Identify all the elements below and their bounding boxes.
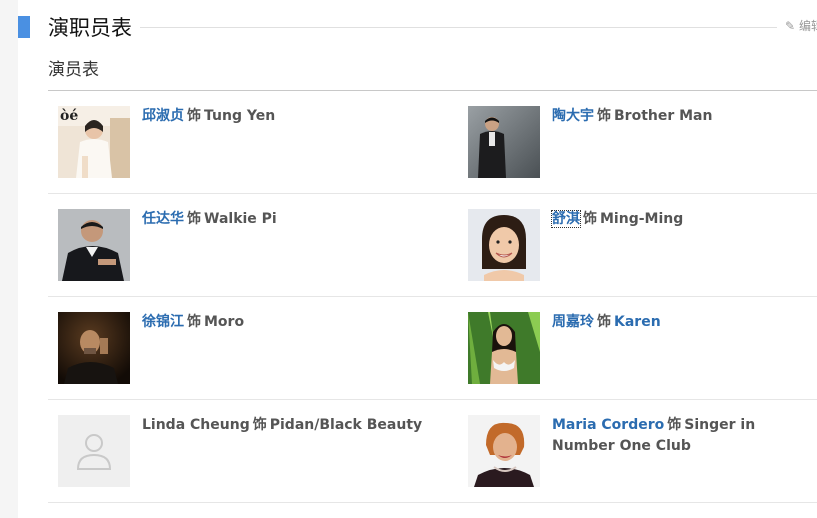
- actor-photo[interactable]: [468, 106, 540, 178]
- heading-divider: [48, 27, 777, 28]
- cast-item: 舒淇饰 Ming-Ming: [468, 209, 817, 283]
- cast-caption: 邱淑贞饰 Tung Yen: [142, 106, 458, 127]
- heading-accent-bar: [18, 16, 30, 38]
- role-name: Ming-Ming: [600, 211, 684, 227]
- pencil-icon: ✎: [784, 19, 796, 33]
- role-name-link[interactable]: Karen: [614, 314, 661, 330]
- as-word: 饰: [583, 211, 597, 227]
- role-name: Brother Man: [614, 108, 713, 124]
- as-word: 饰: [597, 108, 611, 124]
- role-name: Moro: [204, 314, 245, 330]
- cast-section-page: 演职员表 ✎ 编辑 演员表 òé 邱淑贞 饰 Tung Yen 陶大宇 饰 Br…: [0, 0, 817, 518]
- role-name: Tung Yen: [204, 108, 276, 124]
- cast-list: òé 邱淑贞饰 Tung Yen 陶大宇 饰 Brother Man 任达华 饰…: [48, 91, 817, 503]
- cast-row: 任达华饰 Walkie Pi 舒淇饰 Ming-Ming: [48, 194, 817, 297]
- as-word: 饰: [187, 314, 201, 330]
- actor-name-link[interactable]: 邱淑贞: [142, 108, 184, 124]
- as-word: 饰: [667, 417, 682, 433]
- cast-caption: 陶大宇饰 Brother Man: [552, 106, 817, 127]
- cast-item: 徐锦江饰 Moro: [58, 312, 458, 386]
- cast-caption: 任达华饰 Walkie Pi: [142, 209, 458, 230]
- svg-text:òé: òé: [60, 108, 78, 124]
- cast-subtitle: 演员表: [48, 60, 99, 80]
- edit-link[interactable]: ✎ 编辑: [785, 17, 817, 34]
- cast-caption: 徐锦江饰 Moro: [142, 312, 458, 333]
- cast-caption: Linda Cheung 饰 Pidan/Black Beauty: [142, 415, 458, 436]
- actor-name-link[interactable]: Maria Cordero: [552, 417, 664, 433]
- cast-item: 周嘉玲饰 Karen: [468, 312, 817, 386]
- actor-photo[interactable]: òé: [58, 106, 130, 178]
- cast-item: Maria Cordero 饰 Singer in Number One Club: [468, 415, 817, 489]
- cast-row: òé 邱淑贞饰 Tung Yen 陶大宇 饰 Brother Man: [48, 91, 817, 194]
- actor-photo[interactable]: [468, 312, 540, 384]
- section-heading: 演职员表 ✎ 编辑: [18, 14, 817, 42]
- actor-name-link[interactable]: 周嘉玲: [552, 314, 594, 330]
- cast-item: òé 邱淑贞饰 Tung Yen: [58, 106, 458, 180]
- cast-item: 任达华饰 Walkie Pi: [58, 209, 458, 283]
- cast-row: 徐锦江饰 Moro 周嘉玲饰 Karen: [48, 297, 817, 400]
- as-word: 饰: [187, 108, 201, 124]
- as-word: 饰: [597, 314, 611, 330]
- actor-photo[interactable]: [468, 415, 540, 487]
- cast-item: Linda Cheung 饰 Pidan/Black Beauty: [58, 415, 458, 489]
- cast-caption: 周嘉玲饰 Karen: [552, 312, 817, 333]
- cast-caption: Maria Cordero 饰 Singer in Number One Club: [552, 415, 817, 457]
- role-name: Pidan/Black Beauty: [269, 417, 423, 433]
- actor-photo[interactable]: [58, 312, 130, 384]
- cast-row: Linda Cheung 饰 Pidan/Black Beauty Maria C: [48, 400, 817, 503]
- actor-name: Linda Cheung: [142, 417, 250, 433]
- cast-caption: 舒淇饰 Ming-Ming: [551, 209, 817, 230]
- actor-name-link[interactable]: 徐锦江: [142, 314, 184, 330]
- actor-photo[interactable]: [58, 209, 130, 281]
- default-avatar-icon: [58, 415, 130, 487]
- cast-item: 陶大宇饰 Brother Man: [468, 106, 817, 180]
- as-word: 饰: [187, 211, 201, 227]
- left-rail: [0, 0, 18, 518]
- as-word: 饰: [252, 417, 267, 433]
- role-name: Walkie Pi: [204, 211, 277, 227]
- actor-name-link[interactable]: 陶大宇: [552, 108, 594, 124]
- edit-label: 编辑: [798, 19, 817, 33]
- actor-photo[interactable]: [468, 209, 540, 281]
- actor-name-link[interactable]: 舒淇: [551, 210, 581, 228]
- actor-name-link[interactable]: 任达华: [142, 211, 184, 227]
- page-title: 演职员表: [48, 14, 140, 42]
